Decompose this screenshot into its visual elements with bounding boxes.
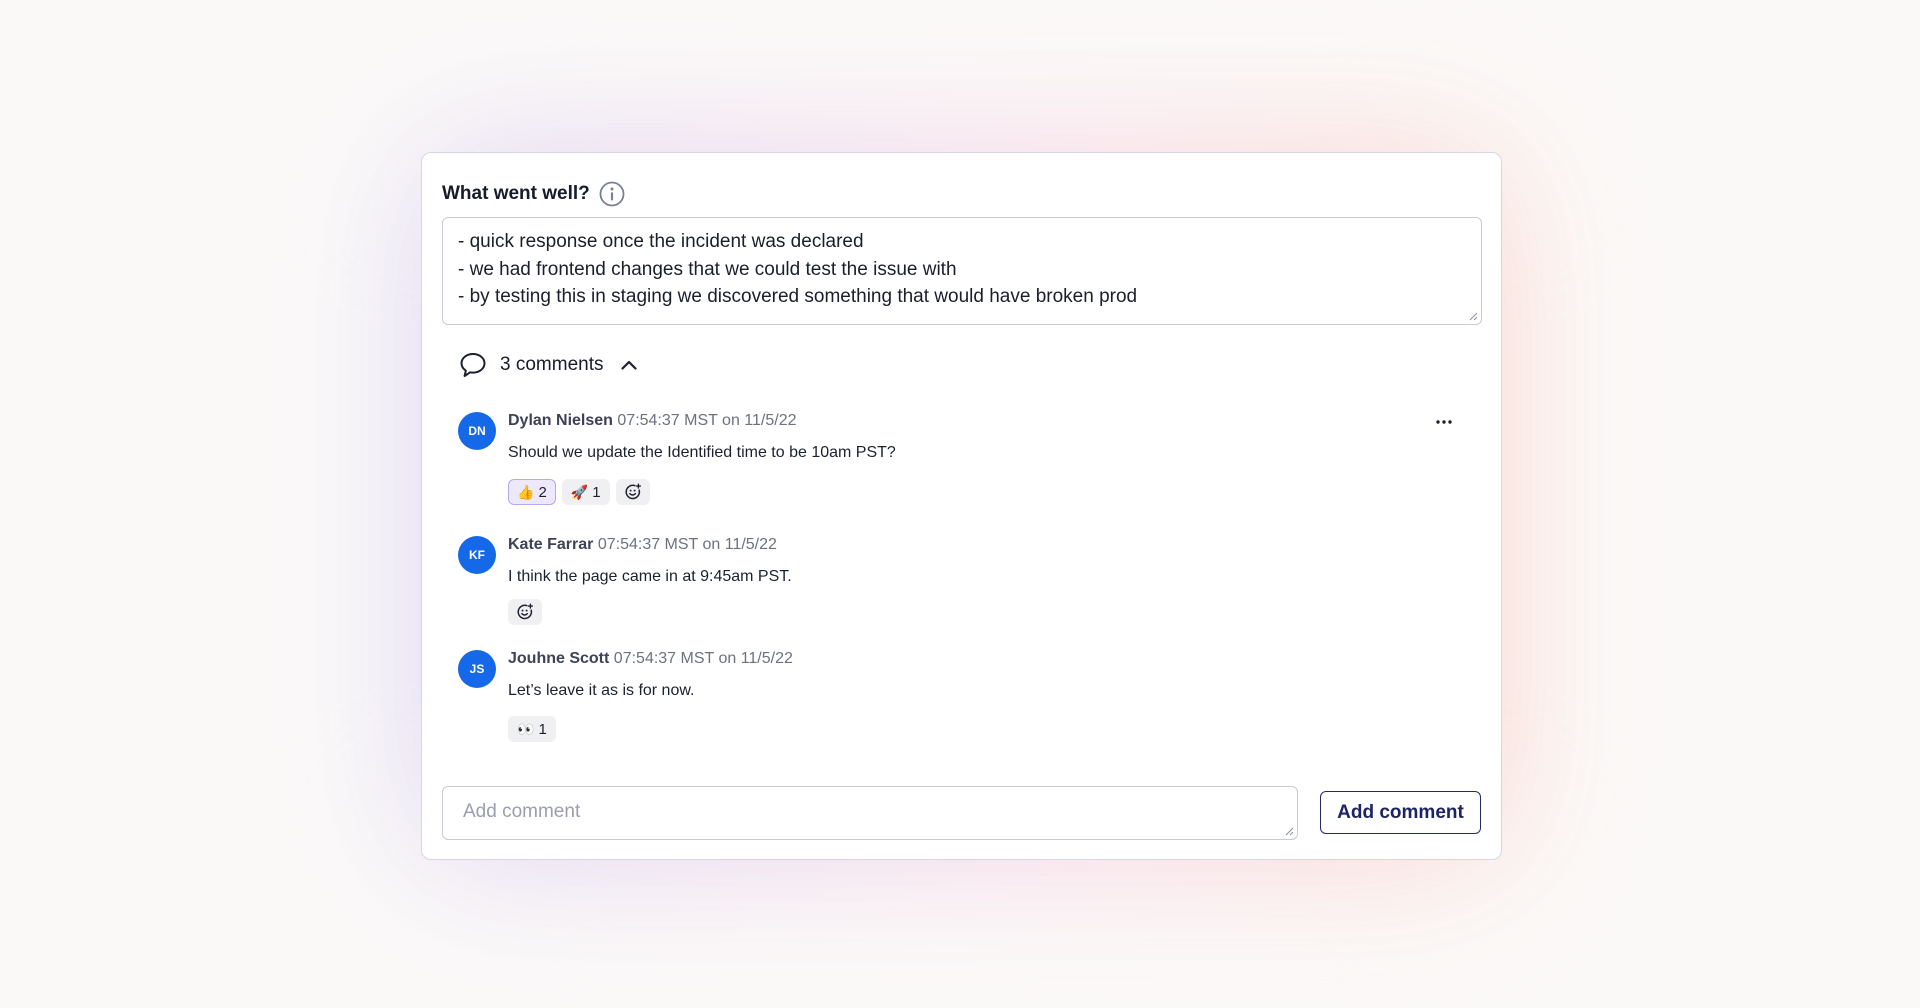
eyes-icon: 👀 (517, 720, 535, 737)
reaction-count: 2 (538, 483, 547, 501)
resize-grip-icon[interactable] (1284, 826, 1294, 836)
rocket-icon: 🚀 (570, 483, 589, 500)
comment-item: DN Dylan Nielsen 07:54:37 MST on 11/5/22… (458, 412, 1468, 508)
comment-item: JS Jouhne Scott 07:54:37 MST on 11/5/22 … (458, 650, 1468, 744)
reaction-thumbs-up[interactable]: 👍 2 (508, 479, 556, 505)
add-comment-placeholder: Add comment (463, 801, 581, 822)
reaction-count: 1 (592, 483, 601, 501)
comment-meta: Jouhne Scott 07:54:37 MST on 11/5/22 (508, 650, 793, 668)
answer-line: - quick response once the incident was d… (458, 231, 864, 252)
add-emoji-icon (517, 603, 533, 620)
reaction-rocket[interactable]: 🚀 1 (561, 479, 610, 505)
answer-line: - we had frontend changes that we could … (458, 258, 957, 280)
answer-textarea[interactable]: - quick response once the incident was d… (442, 217, 1482, 325)
add-reaction-button[interactable] (508, 599, 542, 625)
speech-bubble-icon (458, 350, 488, 380)
add-reaction-button[interactable] (615, 479, 650, 505)
comment-author: Dylan Nielsen (508, 412, 613, 429)
ellipsis-icon (1436, 420, 1452, 424)
comment-timestamp: 07:54:37 MST on 11/5/22 (597, 536, 777, 553)
chevron-up-icon[interactable] (619, 355, 639, 375)
comment-author: Kate Farrar (508, 536, 594, 553)
reaction-bar: 👍 2 🚀 1 (508, 479, 650, 505)
question-header: What went well? (442, 179, 626, 209)
comment-timestamp: 07:54:37 MST on 11/5/22 (613, 650, 793, 667)
avatar: JS (458, 650, 496, 688)
comment-meta: Dylan Nielsen 07:54:37 MST on 11/5/22 (508, 412, 796, 430)
reaction-eyes[interactable]: 👀 1 (508, 716, 556, 742)
answer-line: - by testing this in staging we discover… (458, 286, 1138, 307)
comment-timestamp: 07:54:37 MST on 11/5/22 (617, 412, 797, 429)
comment-text: Let’s leave it as is for now. (508, 682, 695, 699)
comments-count: 3 comments (500, 354, 604, 375)
resize-grip-icon[interactable] (1468, 311, 1478, 321)
comment-text: Should we update the Identified time to … (508, 444, 896, 461)
more-options-button[interactable] (1432, 414, 1456, 430)
add-comment-input[interactable]: Add comment (442, 786, 1298, 840)
avatar: DN (458, 412, 496, 450)
question-title: What went well? (442, 183, 590, 204)
comment-author: Jouhne Scott (508, 650, 610, 667)
comment-item: KF Kate Farrar 07:54:37 MST on 11/5/22 I… (458, 536, 1468, 626)
reaction-bar (508, 599, 542, 625)
avatar: KF (458, 536, 496, 574)
comment-meta: Kate Farrar 07:54:37 MST on 11/5/22 (508, 536, 777, 554)
comments-toggle[interactable]: 3 comments (458, 349, 639, 381)
reaction-bar: 👀 1 (508, 716, 556, 742)
add-comment-button[interactable]: Add comment (1320, 791, 1481, 834)
comment-text: I think the page came in at 9:45am PST. (508, 568, 792, 585)
info-circle-icon[interactable] (598, 180, 626, 208)
thumbs-up-icon: 👍 (517, 483, 535, 500)
retro-question-card: What went well? - quick response once th… (421, 152, 1502, 860)
reaction-count: 1 (538, 720, 547, 738)
add-emoji-icon (625, 483, 641, 500)
